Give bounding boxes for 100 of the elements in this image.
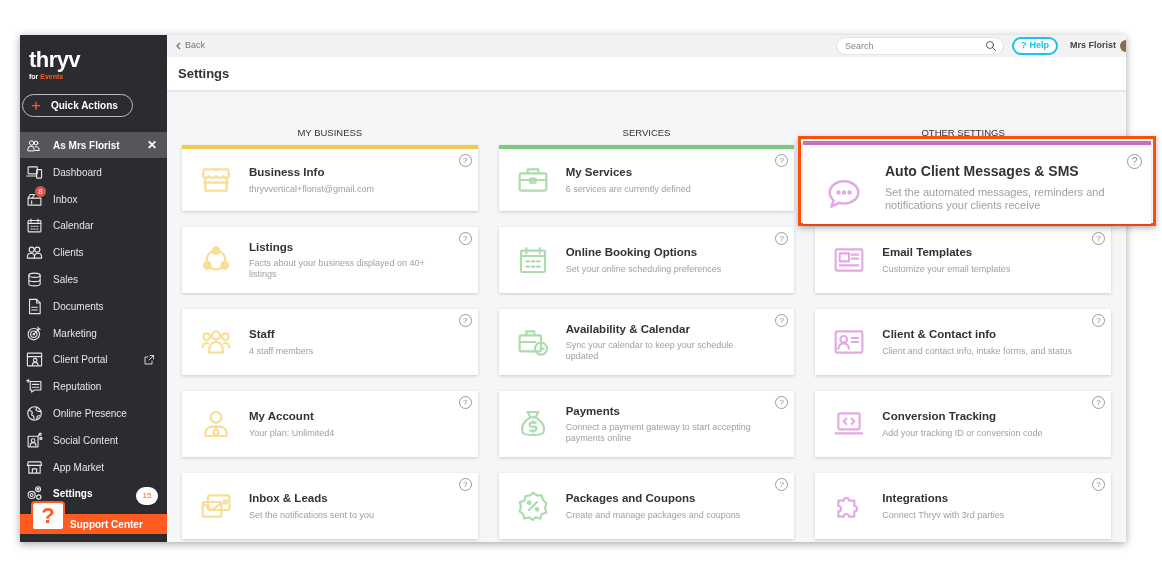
card-description: Connect Thryv with 3rd parties xyxy=(882,509,1005,521)
search-field[interactable]: Search xyxy=(835,37,1004,55)
card-title: Inbox & Leads xyxy=(249,491,329,506)
sidebar-label: Documents xyxy=(53,299,105,314)
card-title: Online Booking Options xyxy=(565,245,699,260)
column-heading: OTHER SETTINGS xyxy=(921,127,1005,139)
card-title: Payments xyxy=(565,403,621,418)
sidebar-label: Client Portal xyxy=(53,353,109,368)
card-description: Connect a payment gateway to start accepting payments online xyxy=(565,421,752,445)
card-description: Facts about your business displayed on 40+ listings xyxy=(249,257,426,281)
sidebar-item[interactable]: Client Portal xyxy=(20,346,167,374)
coupon-badge-icon xyxy=(516,490,549,522)
sidebar-label: Inbox xyxy=(53,192,79,207)
target-icon xyxy=(26,324,43,342)
question-icon: ? xyxy=(1020,39,1027,53)
sidebar-item[interactable]: Clients xyxy=(20,239,134,267)
card-description: Set your online scheduling preferences xyxy=(565,263,722,275)
card-description: Set the automated messages, reminders and notifications your clients receive xyxy=(885,185,1106,213)
settings-card[interactable]: Conversion Tracking Add your tracking ID or conversion code ? xyxy=(815,391,1111,457)
sidebar-label: Reputation xyxy=(53,380,103,395)
card-title: Auto Client Messages & SMS xyxy=(885,163,1080,181)
sidebar-label: Dashboard xyxy=(53,165,103,180)
column-heading: SERVICES xyxy=(622,127,671,139)
settings-card[interactable]: Online Booking Options Set your online scheduling preferences ? xyxy=(498,227,795,293)
account-label: As Mrs Florist xyxy=(53,138,121,153)
card-description: Set the notifications sent to you xyxy=(249,509,375,521)
sidebar-label: Settings xyxy=(53,487,94,502)
portal-icon xyxy=(26,351,43,369)
card-description: Your plan: Unlimited4 xyxy=(249,427,335,439)
user-name[interactable]: Mrs Florist xyxy=(1070,39,1116,53)
close-icon[interactable]: ✕ xyxy=(147,136,157,154)
review-icon xyxy=(26,378,43,396)
count-badge: 15 xyxy=(136,487,158,505)
devices-icon xyxy=(26,163,43,181)
page-title: Settings xyxy=(178,64,230,83)
settings-card[interactable]: Inbox & Leads Set the notifications sent to you ? xyxy=(182,473,478,539)
notification-badge: 8 xyxy=(35,185,46,197)
card-description: 4 staff members xyxy=(249,345,314,357)
account-switch-row[interactable]: As Mrs Florist ✕ xyxy=(20,132,167,158)
sidebar-item[interactable]: App Market xyxy=(20,453,134,481)
sidebar-item[interactable]: Social Content xyxy=(20,426,134,454)
card-title: Client & Contact info xyxy=(882,327,998,342)
search-icon xyxy=(984,40,997,52)
sidebar-item[interactable]: Inbox 8 xyxy=(20,185,134,213)
card-title: Staff xyxy=(249,327,276,342)
sidebar-label: Online Presence xyxy=(53,407,128,422)
settings-card[interactable]: Staff 4 staff members ? xyxy=(182,309,478,375)
card-title: My Services xyxy=(565,165,634,180)
card-description: Sync your calendar to keep your schedule updated xyxy=(565,339,735,363)
sidebar-label: Calendar xyxy=(53,219,95,234)
settings-card[interactable]: Client & Contact info Client and contact info, intake forms, and status ? xyxy=(815,309,1111,375)
sidebar-label: Marketing xyxy=(53,326,98,341)
card-title: Availability & Calendar xyxy=(565,321,691,336)
settings-card[interactable]: Payments Connect a payment gateway to start accepting payments online ? xyxy=(498,391,795,457)
card-title: Integrations xyxy=(882,491,950,506)
plus-icon: + xyxy=(31,97,41,114)
calendar-icon xyxy=(26,217,43,235)
card-title: Business Info xyxy=(249,165,326,180)
card-title: Packages and Coupons xyxy=(565,491,697,506)
back-link[interactable]: Back xyxy=(175,39,205,53)
gears-icon xyxy=(26,485,43,503)
settings-card[interactable]: Auto Client Messages & SMS Set the automated messages, reminders and notifications your clients receive ? xyxy=(803,141,1151,224)
sidebar-label: App Market xyxy=(53,460,106,475)
column-heading: MY BUSINESS xyxy=(297,127,363,139)
sidebar-item[interactable]: Marketing xyxy=(20,319,134,347)
card-description: Client and contact info, intake forms, and status xyxy=(882,345,1072,357)
sidebar-item[interactable]: Calendar xyxy=(20,212,134,240)
store-icon xyxy=(26,458,43,476)
coins-icon xyxy=(26,271,43,289)
chevron-left-icon xyxy=(175,42,181,50)
settings-card[interactable]: Packages and Coupons Create and manage packages and coupons ? xyxy=(498,473,795,539)
card-description: Create and manage packages and coupons xyxy=(565,509,741,521)
card-description: thryvvertical+florist@gmail.com xyxy=(249,183,374,195)
settings-card[interactable]: Integrations Connect Thryv with 3rd parties ? xyxy=(815,473,1111,539)
card-title: Conversion Tracking xyxy=(882,409,998,424)
sidebar-item[interactable]: Documents xyxy=(20,293,134,320)
card-description: Add your tracking ID or conversion code xyxy=(882,427,1043,439)
card-description: Customize your email templates xyxy=(882,263,1011,275)
sidebar-label: Clients xyxy=(53,246,85,261)
globe-icon xyxy=(26,405,43,423)
people-icon xyxy=(26,137,41,153)
sidebar-item[interactable]: Sales xyxy=(20,266,134,293)
settings-card[interactable]: Email Templates Customize your email templates ? xyxy=(815,227,1111,293)
card-description: 6 services are currently defined xyxy=(565,183,691,195)
social-icon xyxy=(26,431,43,449)
settings-card[interactable]: Business Info thryvvertical+florist@gmail.com ? xyxy=(182,145,478,211)
sidebar-item[interactable]: Online Presence xyxy=(20,400,134,427)
brand-logo: thryv xyxy=(29,49,81,71)
sidebar-item[interactable]: Dashboard xyxy=(20,159,134,186)
sidebar-item[interactable]: Reputation xyxy=(20,373,134,401)
card-title: Listings xyxy=(249,239,295,254)
people-icon xyxy=(26,244,43,262)
sidebar-label: Sales xyxy=(53,273,79,288)
settings-card[interactable]: Availability & Calendar Sync your calendar to keep your schedule updated ? xyxy=(498,309,795,375)
settings-card[interactable]: Listings Facts about your business displayed on 40+ listings ? xyxy=(182,227,478,293)
avatar[interactable] xyxy=(1120,40,1126,52)
card-title: Email Templates xyxy=(882,245,974,260)
settings-card[interactable]: My Services 6 services are currently defined ? xyxy=(498,145,795,211)
settings-card[interactable]: My Account Your plan: Unlimited4 ? xyxy=(182,391,478,457)
card-title: My Account xyxy=(249,409,315,424)
